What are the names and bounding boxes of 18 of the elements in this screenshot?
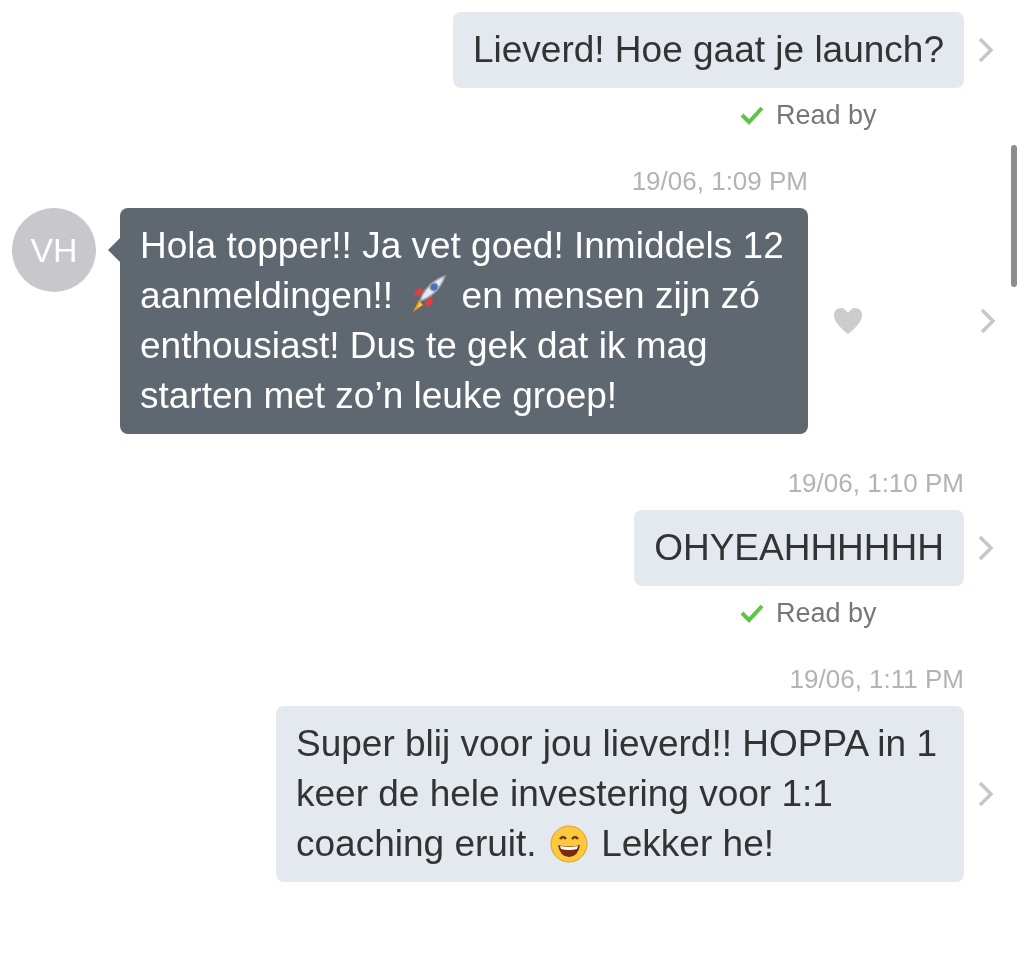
check-icon: [739, 603, 765, 623]
heart-icon[interactable]: [833, 307, 863, 335]
read-receipt: Read by: [776, 598, 878, 628]
scrollbar[interactable]: [1011, 145, 1017, 287]
timestamp: 19/06, 1:10 PM: [787, 468, 964, 498]
chevron-icon[interactable]: [978, 37, 994, 63]
smiley-icon: [548, 824, 589, 864]
chevron-icon[interactable]: [978, 535, 994, 561]
message-text: Super blij voor jou lieverd!! HOPPA in 1 keer de hele investering voor 1:1 coaching eruit. Lekker he!: [296, 722, 938, 866]
message-text: Hola topper!! Ja vet goed! Inmiddels 12 aanmeldingen!! en mensen zijn zó enthousiast! Dus te gek dat ik mag starten met zo’n leuke groep!: [140, 224, 784, 418]
message-text: OHYEAHHHHHH: [654, 526, 944, 570]
timestamp: 19/06, 1:09 PM: [631, 166, 808, 196]
chevron-icon[interactable]: [980, 308, 996, 334]
check-icon: [739, 105, 765, 125]
chevron-icon[interactable]: [978, 781, 994, 807]
message-text: Lieverd! Hoe gaat je launch?: [472, 28, 944, 72]
read-receipt: Read by: [776, 100, 878, 130]
timestamp: 19/06, 1:11 PM: [789, 664, 964, 694]
